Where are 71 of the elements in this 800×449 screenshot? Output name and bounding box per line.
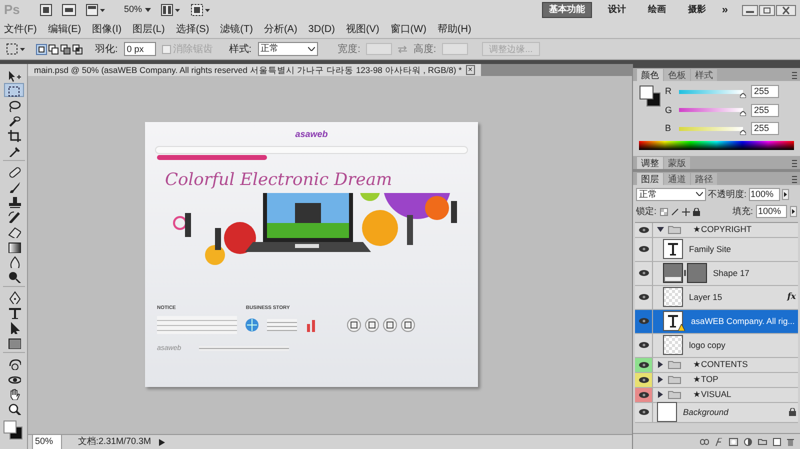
layer-name: Layer 15 xyxy=(689,290,722,304)
app-logo: Ps xyxy=(4,1,21,20)
width-label: 宽度: xyxy=(338,42,360,56)
layer-name: Background xyxy=(683,406,728,418)
zoom-value: 50% xyxy=(124,3,142,16)
menu-item[interactable]: 图像(I) xyxy=(92,22,122,36)
channel-label: B xyxy=(665,122,672,135)
effects-label: fx xyxy=(787,290,796,304)
channel-value-input[interactable]: 255 xyxy=(751,85,779,98)
menu-item[interactable]: 选择(S) xyxy=(176,22,210,36)
workspace-button[interactable]: 绘画 xyxy=(642,2,672,18)
document-title: main.psd @ 50% (asaWEB Company. All rights reserved 서울특별시 가나구 다라동 123-98 아사타워 , RGB/8) * xyxy=(34,64,462,76)
style-label: 样式: xyxy=(228,42,252,56)
layer-name: ★COPYRIGHT xyxy=(693,223,752,236)
feather-input[interactable]: 0 px xyxy=(124,42,156,56)
more-workspaces-button[interactable]: » xyxy=(722,2,728,18)
layer-row[interactable]: ★CONTENTS xyxy=(635,358,798,372)
fill-input[interactable]: 100% xyxy=(756,205,787,218)
layer-name: Family Site xyxy=(689,242,732,256)
menu-item[interactable]: 视图(V) xyxy=(346,22,380,36)
zoom-level-field[interactable]: 50% xyxy=(32,434,62,449)
menu-item[interactable]: 编辑(E) xyxy=(48,22,82,36)
channel-label: R xyxy=(665,85,672,98)
menu-item[interactable]: 滤镜(T) xyxy=(220,22,253,36)
menu-item[interactable]: 帮助(H) xyxy=(437,22,472,36)
menu-item[interactable]: 图层(L) xyxy=(132,22,165,36)
document-tab[interactable]: main.psd @ 50% (asaWEB Company. All rights reserved 서울특별시 가나구 다라동 123-98 아사타워 , RGB/8) * × xyxy=(28,64,481,76)
panel-tab[interactable]: 颜色 xyxy=(637,69,663,81)
layer-name: ★CONTENTS xyxy=(693,358,748,371)
layer-row[interactable]: logo copy xyxy=(635,334,798,358)
layer-name: asaWEB Company. All rig... xyxy=(691,314,795,328)
panel-tab[interactable]: 样式 xyxy=(691,69,717,81)
menu-item[interactable]: 分析(A) xyxy=(264,22,298,36)
menu-item[interactable]: 窗口(W) xyxy=(390,22,426,36)
close-tab-button[interactable]: × xyxy=(466,65,475,75)
layer-name: ★VISUAL xyxy=(693,388,732,401)
opacity-label: 不透明度: xyxy=(708,188,747,200)
style-dropdown[interactable]: 正常 xyxy=(258,42,318,56)
lock-label: 锁定: xyxy=(636,205,657,218)
menu-item[interactable]: 文件(F) xyxy=(4,22,37,36)
layer-row[interactable]: ★TOP xyxy=(635,372,798,388)
feather-label: 羽化: xyxy=(95,42,118,56)
layer-name: logo copy xyxy=(689,338,726,352)
panel-tab[interactable]: 路径 xyxy=(691,172,717,184)
blend-mode-dropdown[interactable]: 正常 xyxy=(636,188,706,201)
workspace-button[interactable]: 摄影 xyxy=(682,2,712,18)
channel-label: G xyxy=(665,104,673,116)
panel-tab[interactable]: 调整 xyxy=(637,156,663,168)
panel-tab[interactable]: 通道 xyxy=(664,172,690,184)
layer-row[interactable]: ★VISUAL xyxy=(635,388,798,402)
layer-name: Shape 17 xyxy=(713,266,750,280)
channel-value-input[interactable]: 255 xyxy=(751,104,779,117)
panel-tab[interactable]: 蒙版 xyxy=(664,156,690,168)
site-headline: Colorful Electronic Dream xyxy=(165,168,394,192)
height-label: 高度: xyxy=(413,42,436,56)
fill-label: 填充: xyxy=(732,205,753,218)
workspace-button[interactable]: 基本功能 xyxy=(542,2,592,18)
panel-tab[interactable]: 色板 xyxy=(664,69,690,81)
opacity-input[interactable]: 100% xyxy=(748,188,780,201)
layer-name: ★TOP xyxy=(693,373,718,386)
panel-tab[interactable]: 图层 xyxy=(637,172,663,184)
layer-row[interactable]: Background xyxy=(635,402,798,422)
layer-row[interactable]: Shape 17 xyxy=(635,262,798,286)
layer-row[interactable]: asaWEB Company. All rig... xyxy=(635,310,798,334)
layer-row[interactable]: ★COPYRIGHT xyxy=(635,222,798,238)
site-logo: asaweb xyxy=(295,128,328,141)
layer-row[interactable]: Family Site xyxy=(635,238,798,262)
channel-value-input[interactable]: 255 xyxy=(751,122,779,136)
menu-item[interactable]: 3D(D) xyxy=(308,22,335,36)
document-size: 文档:2.31M/70.3M xyxy=(78,435,152,448)
workspace-button[interactable]: 设计 xyxy=(602,2,632,18)
